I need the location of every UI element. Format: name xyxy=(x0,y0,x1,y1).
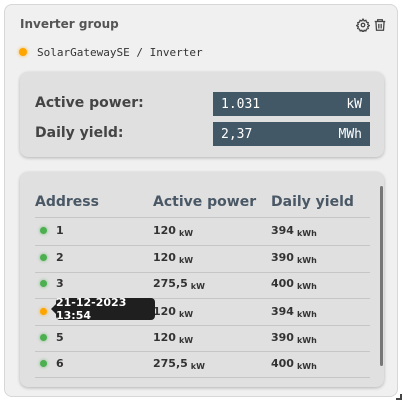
header-address: Address xyxy=(35,194,99,210)
table-row[interactable]: 5 120 kW 390 kWh xyxy=(20,326,384,352)
status-tooltip: 21-12-2023 13:54 xyxy=(51,296,155,322)
source-path: SolarGatewaySE / Inverter xyxy=(37,45,203,59)
row-active-power: 120 kW xyxy=(153,251,194,265)
row-daily-yield: 390 kWh xyxy=(271,331,317,345)
inverter-table-panel: Address Active power Daily yield 1 120 kW… xyxy=(20,172,384,387)
table-row[interactable]: 2 120 kW 390 kWh xyxy=(20,246,384,272)
row-address: 6 xyxy=(56,357,64,370)
header-daily-yield: Daily yield xyxy=(271,194,354,210)
status-indicator xyxy=(40,334,47,341)
daily-yield-label: Daily yield: xyxy=(35,125,124,141)
row-daily-yield: 390 kWh xyxy=(271,251,317,265)
active-power-unit: kW xyxy=(346,96,362,112)
daily-yield-value-box: 2,37 MWh xyxy=(213,122,370,146)
row-daily-yield: 400 kWh xyxy=(271,357,317,371)
status-indicator xyxy=(40,254,47,261)
status-indicator xyxy=(40,227,47,234)
status-indicator[interactable] xyxy=(40,308,47,315)
resize-handle[interactable] xyxy=(396,394,402,400)
status-indicator xyxy=(19,48,27,56)
status-indicator xyxy=(40,280,47,287)
row-active-power: 120 kW xyxy=(153,305,194,319)
row-address: 1 xyxy=(56,224,64,237)
row-active-power: 275,5 kW xyxy=(153,277,205,291)
row-address: 5 xyxy=(56,331,64,344)
row-daily-yield: 400 kWh xyxy=(271,277,317,291)
row-daily-yield: 394 kWh xyxy=(271,305,317,319)
table-divider xyxy=(35,217,370,218)
row-address: 2 xyxy=(56,251,64,264)
row-active-power: 275,5 kW xyxy=(153,357,205,371)
daily-yield-value: 2,37 xyxy=(221,126,253,142)
table-row[interactable]: 6 275,5 kW 400 kWh xyxy=(20,352,384,378)
source-row: SolarGatewaySE / Inverter xyxy=(19,45,203,59)
daily-yield-row: Daily yield: 2,37 MWh xyxy=(20,122,384,146)
row-address: 3 xyxy=(56,277,64,290)
header-active-power: Active power xyxy=(153,194,257,210)
active-power-value: 1.031 xyxy=(221,96,261,112)
active-power-value-box: 1.031 kW xyxy=(213,92,370,116)
row-daily-yield: 394 kWh xyxy=(271,224,317,238)
inverter-group-card: Inverter group SolarGatewaySE / Inverter… xyxy=(4,4,402,400)
row-active-power: 120 kW xyxy=(153,331,194,345)
summary-panel: Active power: 1.031 kW Daily yield: 2,37… xyxy=(20,72,384,157)
row-divider xyxy=(35,377,370,378)
table-row[interactable]: 1 120 kW 394 kWh xyxy=(20,219,384,245)
active-power-label: Active power: xyxy=(35,95,144,111)
table-row[interactable]: 3 275,5 kW 400 kWh xyxy=(20,272,384,298)
gear-icon[interactable] xyxy=(356,18,370,32)
row-active-power: 120 kW xyxy=(153,224,194,238)
card-title: Inverter group xyxy=(20,17,119,31)
status-indicator xyxy=(40,360,47,367)
active-power-row: Active power: 1.031 kW xyxy=(20,92,384,116)
daily-yield-unit: MWh xyxy=(338,126,362,142)
trash-icon[interactable] xyxy=(373,18,387,32)
